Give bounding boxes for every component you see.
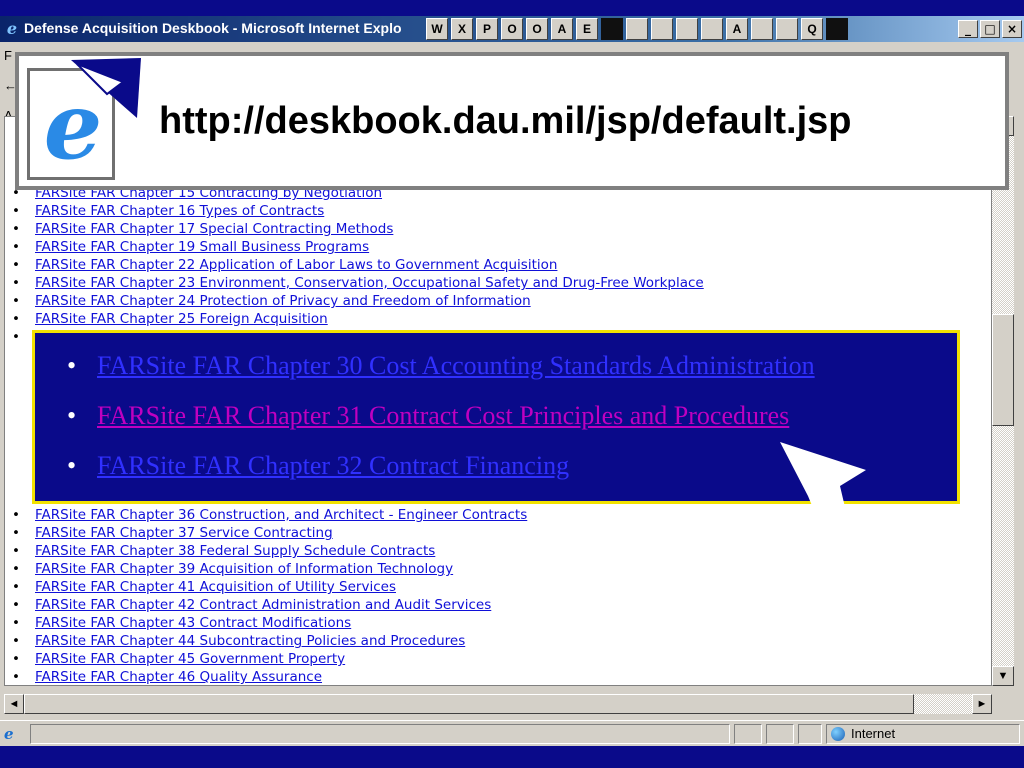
- quick-launch-icon[interactable]: [826, 18, 848, 40]
- vertical-scrollbar[interactable]: ▼ ▲: [992, 116, 1014, 686]
- security-zone-label: Internet: [851, 726, 896, 741]
- globe-icon: [831, 727, 845, 741]
- quick-launch-icon[interactable]: [701, 18, 723, 40]
- far-chapter-link[interactable]: FARSite FAR Chapter 16 Types of Contract…: [12, 203, 324, 220]
- vertical-scroll-thumb[interactable]: [992, 314, 1014, 426]
- title-bar[interactable]: e Defense Acquisition Deskbook - Microso…: [0, 16, 1024, 42]
- quick-launch-icon[interactable]: E: [576, 18, 598, 40]
- far-chapter-link[interactable]: FARSite FAR Chapter 36 Construction, and…: [12, 507, 527, 524]
- window-controls: _ □ ×: [958, 20, 1022, 38]
- quick-launch-icon[interactable]: O: [501, 18, 523, 40]
- far-chapter-link[interactable]: FARSite FAR Chapter 17 Special Contracti…: [12, 221, 393, 238]
- page-status-icon: e: [4, 725, 14, 743]
- status-panel: [734, 724, 762, 744]
- quick-launch-icon[interactable]: P: [476, 18, 498, 40]
- menu-bar-fragment[interactable]: F: [4, 48, 12, 63]
- quick-launch-icon[interactable]: O: [526, 18, 548, 40]
- pointer-arrow-icon: [780, 442, 866, 520]
- status-panel: [766, 724, 794, 744]
- window-title: Defense Acquisition Deskbook - Microsoft…: [24, 20, 402, 36]
- security-zone-panel: Internet: [826, 724, 1020, 744]
- status-text-panel: [30, 724, 730, 744]
- quick-launch-toolbar: WXPOOAEAQ: [426, 18, 848, 40]
- ie-icon: e: [6, 19, 18, 38]
- far-chapter-link[interactable]: FARSite FAR Chapter 22 Application of La…: [12, 257, 557, 274]
- quick-launch-icon[interactable]: A: [726, 18, 748, 40]
- quick-launch-icon[interactable]: W: [426, 18, 448, 40]
- minimize-button[interactable]: _: [958, 20, 978, 38]
- horizontal-scroll-thumb[interactable]: [24, 694, 914, 714]
- far-chapter-link[interactable]: FARSite FAR Chapter 41 Acquisition of Ut…: [12, 579, 396, 596]
- scroll-left-button[interactable]: ◄: [4, 694, 24, 714]
- far-chapter-link[interactable]: FARSite FAR Chapter 43 Contract Modifica…: [12, 615, 351, 632]
- maximize-button[interactable]: □: [980, 20, 1000, 38]
- url-text: http://deskbook.dau.mil/jsp/default.jsp: [159, 100, 852, 142]
- far-chapter-link[interactable]: FARSite FAR Chapter 24 Protection of Pri…: [12, 293, 531, 310]
- close-button[interactable]: ×: [1002, 20, 1022, 38]
- quick-launch-icon[interactable]: [601, 18, 623, 40]
- far-chapter-link[interactable]: FARSite FAR Chapter 39 Acquisition of In…: [12, 561, 453, 578]
- far-chapter-link[interactable]: FARSite FAR Chapter 45 Government Proper…: [12, 651, 345, 668]
- quick-launch-icon[interactable]: X: [451, 18, 473, 40]
- scroll-right-button[interactable]: ►: [972, 694, 992, 714]
- quick-launch-icon[interactable]: [751, 18, 773, 40]
- highlighted-far-link[interactable]: FARSite FAR Chapter 31 Contract Cost Pri…: [67, 401, 789, 431]
- highlighted-far-link[interactable]: FARSite FAR Chapter 30 Cost Accounting S…: [67, 351, 815, 381]
- far-chapter-link[interactable]: FARSite FAR Chapter 23 Environment, Cons…: [12, 275, 704, 292]
- status-panel: [798, 724, 822, 744]
- quick-launch-icon[interactable]: [651, 18, 673, 40]
- scroll-down-button[interactable]: ▼: [992, 666, 1014, 686]
- far-chapter-link[interactable]: FARSite FAR Chapter 46 Quality Assurance: [12, 669, 322, 685]
- horizontal-scrollbar[interactable]: ◄ ►: [4, 694, 992, 714]
- far-chapter-link[interactable]: FARSite FAR Chapter 38 Federal Supply Sc…: [12, 543, 435, 560]
- far-chapter-link[interactable]: FARSite FAR Chapter 42 Contract Administ…: [12, 597, 491, 614]
- far-chapter-link[interactable]: FARSite FAR Chapter 44 Subcontracting Po…: [12, 633, 465, 650]
- far-chapter-link[interactable]: FARSite FAR Chapter 19 Small Business Pr…: [12, 239, 369, 256]
- quick-launch-icon[interactable]: [626, 18, 648, 40]
- url-callout: e http://deskbook.dau.mil/jsp/default.js…: [15, 52, 1009, 190]
- quick-launch-icon[interactable]: A: [551, 18, 573, 40]
- far-chapter-link[interactable]: FARSite FAR Chapter 25 Foreign Acquisiti…: [12, 311, 328, 328]
- status-bar: e Internet: [0, 720, 1024, 746]
- highlighted-far-link[interactable]: FARSite FAR Chapter 32 Contract Financin…: [67, 451, 569, 481]
- quick-launch-icon[interactable]: [776, 18, 798, 40]
- quick-launch-icon[interactable]: [676, 18, 698, 40]
- pointer-arrow-icon: [71, 58, 141, 118]
- far-chapter-link[interactable]: FARSite FAR Chapter 37 Service Contracti…: [12, 525, 333, 542]
- quick-launch-icon[interactable]: Q: [801, 18, 823, 40]
